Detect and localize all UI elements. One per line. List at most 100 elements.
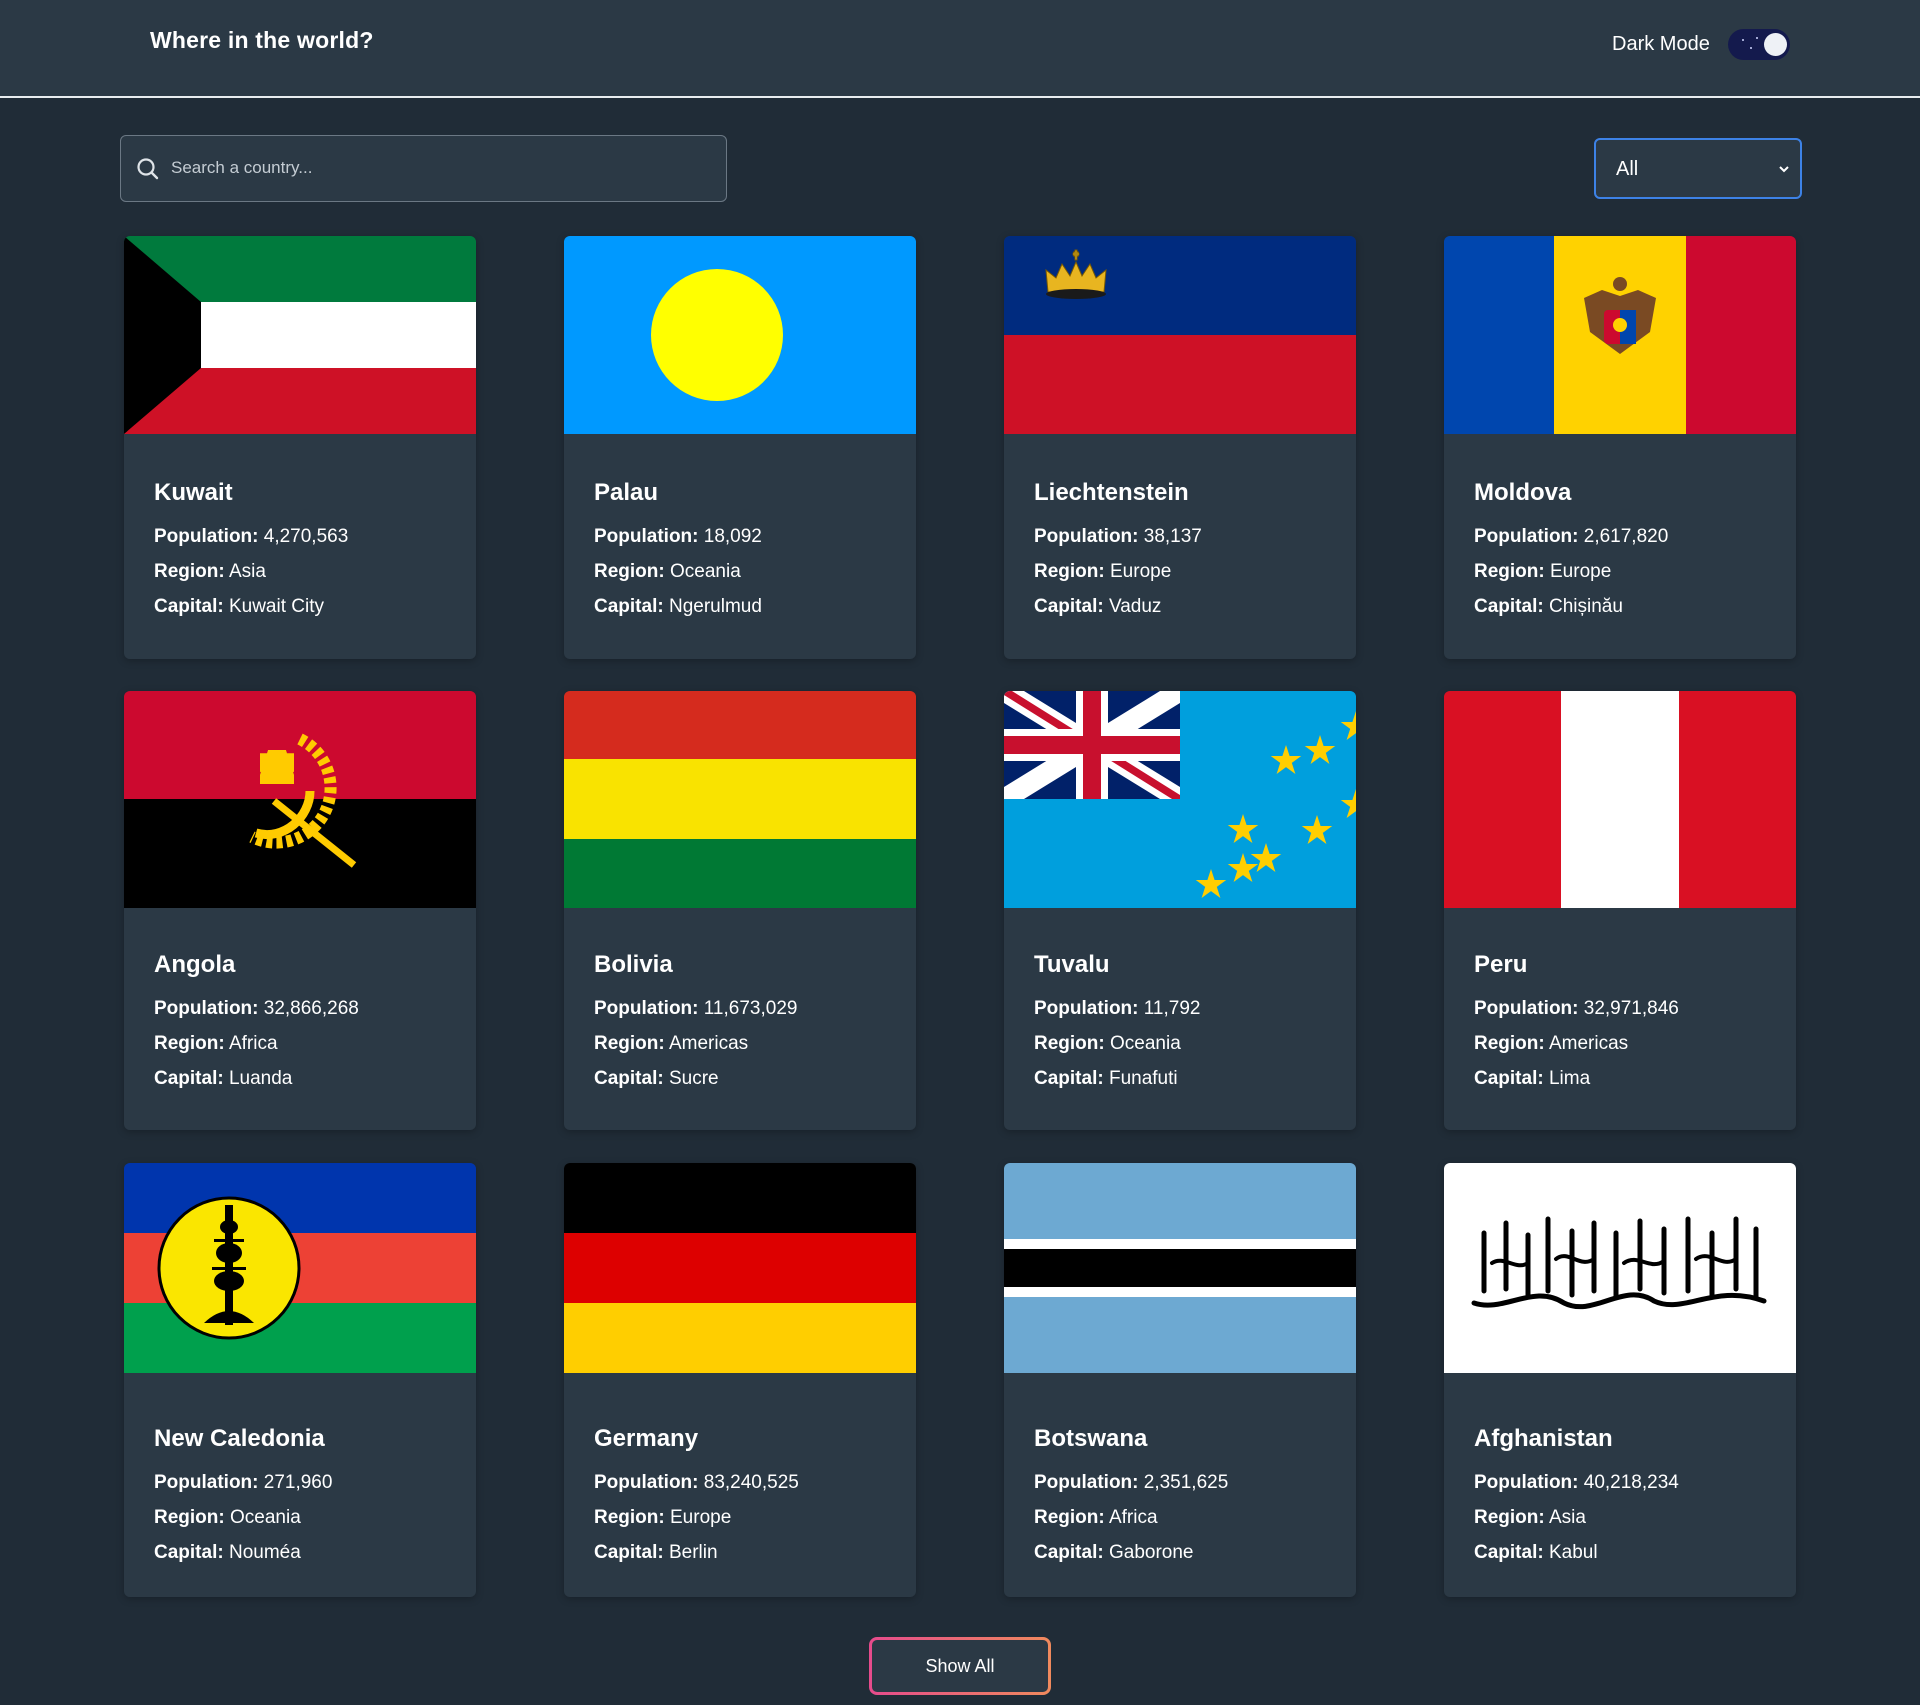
region-row: Region: Oceania — [594, 554, 886, 589]
region-row: Region: Asia — [154, 554, 446, 589]
capital-value: Kabul — [1548, 1542, 1598, 1563]
top-bar: Where in the world? Dark Mode — [0, 0, 1920, 98]
region-value: Africa — [1108, 1507, 1158, 1528]
kuwait-flag-image — [124, 236, 476, 434]
population-value: 40,218,234 — [1583, 1472, 1679, 1493]
region-row: Region: Oceania — [1034, 1026, 1326, 1061]
capital-row: Capital: Kuwait City — [154, 589, 446, 624]
population-value: 4,270,563 — [263, 526, 349, 547]
capital-label: Capital: — [594, 1542, 664, 1563]
capital-label: Capital: — [154, 1068, 224, 1089]
population-row: Population: 38,137 — [1034, 519, 1326, 554]
population-label: Population: — [594, 1472, 699, 1493]
capital-row: Capital: Chișinău — [1474, 589, 1766, 624]
country-card[interactable]: Moldova Population: 2,617,820 Region: Eu… — [1444, 236, 1796, 659]
region-value: Europe — [670, 1507, 732, 1528]
capital-row: Capital: Nouméa — [154, 1535, 446, 1570]
country-name: Botswana — [1034, 1425, 1148, 1452]
capital-label: Capital: — [154, 1542, 224, 1563]
country-card[interactable]: Afghanistan Population: 40,218,234 Regio… — [1444, 1163, 1796, 1597]
country-card[interactable]: Angola Population: 32,866,268 Region: Af… — [124, 691, 476, 1130]
botswana-flag-image — [1004, 1163, 1356, 1373]
toggle-star-icon — [1756, 37, 1758, 39]
country-card[interactable]: Tuvalu Population: 11,792 Region: Oceani… — [1004, 691, 1356, 1130]
capital-value: Gaborone — [1108, 1542, 1194, 1563]
search-box[interactable] — [120, 135, 727, 202]
region-value: Americas — [1548, 1033, 1629, 1054]
population-row: Population: 2,617,820 — [1474, 519, 1766, 554]
capital-value: Berlin — [668, 1542, 718, 1563]
toggle-knob — [1764, 33, 1787, 56]
country-card[interactable]: Kuwait Population: 4,270,563 Region: Asi… — [124, 236, 476, 659]
population-label: Population: — [154, 526, 259, 547]
capital-row: Capital: Gaborone — [1034, 1535, 1326, 1570]
country-name: Afghanistan — [1474, 1425, 1613, 1452]
region-row: Region: Europe — [1034, 554, 1326, 589]
capital-label: Capital: — [1034, 1542, 1104, 1563]
region-label: Region: — [594, 1033, 665, 1054]
region-value: Europe — [1550, 561, 1612, 582]
region-value: Oceania — [670, 561, 741, 582]
country-name: Tuvalu — [1034, 951, 1110, 978]
show-all-button[interactable]: Show All — [869, 1637, 1051, 1695]
capital-label: Capital: — [1474, 596, 1544, 617]
capital-label: Capital: — [1034, 596, 1104, 617]
country-card[interactable]: New Caledonia Population: 271,960 Region… — [124, 1163, 476, 1597]
country-card[interactable]: Palau Population: 18,092 Region: Oceania… — [564, 236, 916, 659]
population-value: 83,240,525 — [703, 1472, 799, 1493]
capital-row: Capital: Funafuti — [1034, 1061, 1326, 1096]
region-label: Region: — [594, 1507, 665, 1528]
population-value: 271,960 — [263, 1472, 333, 1493]
country-name: Angola — [154, 951, 236, 978]
region-value: Africa — [228, 1033, 278, 1054]
country-name: Germany — [594, 1425, 699, 1452]
capital-row: Capital: Vaduz — [1034, 589, 1326, 624]
region-value: Asia — [228, 561, 266, 582]
moldova-flag-image — [1444, 236, 1796, 434]
region-value: Oceania — [1110, 1033, 1181, 1054]
population-row: Population: 11,792 — [1034, 991, 1326, 1026]
population-label: Population: — [1474, 1472, 1579, 1493]
afghanistan-flag-image — [1444, 1163, 1796, 1373]
population-label: Population: — [1474, 526, 1579, 547]
region-filter-value: All — [1616, 158, 1639, 180]
population-value: 11,673,029 — [703, 998, 798, 1019]
capital-value: Luanda — [228, 1068, 293, 1089]
capital-label: Capital: — [1034, 1068, 1104, 1089]
region-row: Region: Oceania — [154, 1500, 446, 1535]
population-value: 38,137 — [1143, 526, 1202, 547]
search-input[interactable] — [171, 136, 711, 200]
population-row: Population: 40,218,234 — [1474, 1465, 1766, 1500]
country-card[interactable]: Bolivia Population: 11,673,029 Region: A… — [564, 691, 916, 1130]
palau-flag-image — [564, 236, 916, 434]
capital-row: Capital: Ngerulmud — [594, 589, 886, 624]
country-name: Liechtenstein — [1034, 479, 1189, 506]
region-row: Region: Europe — [594, 1500, 886, 1535]
population-label: Population: — [1034, 998, 1139, 1019]
population-label: Population: — [1474, 998, 1579, 1019]
population-value: 2,351,625 — [1143, 1472, 1229, 1493]
country-card[interactable]: Botswana Population: 2,351,625 Region: A… — [1004, 1163, 1356, 1597]
country-card[interactable]: Liechtenstein Population: 38,137 Region:… — [1004, 236, 1356, 659]
country-card[interactable]: Germany Population: 83,240,525 Region: E… — [564, 1163, 916, 1597]
population-label: Population: — [1034, 526, 1139, 547]
dark-mode-toggle[interactable] — [1728, 29, 1790, 60]
region-row: Region: Africa — [1034, 1500, 1326, 1535]
tuvalu-flag-image — [1004, 691, 1356, 908]
region-value: Asia — [1548, 1507, 1586, 1528]
population-row: Population: 18,092 — [594, 519, 886, 554]
population-label: Population: — [154, 998, 259, 1019]
population-row: Population: 83,240,525 — [594, 1465, 886, 1500]
country-card[interactable]: Peru Population: 32,971,846 Region: Amer… — [1444, 691, 1796, 1130]
country-name: Kuwait — [154, 479, 233, 506]
capital-row: Capital: Kabul — [1474, 1535, 1766, 1570]
region-row: Region: Americas — [1474, 1026, 1766, 1061]
region-value: Oceania — [230, 1507, 301, 1528]
germany-flag-image — [564, 1163, 916, 1373]
region-filter-select[interactable]: All — [1594, 138, 1802, 199]
population-value: 11,792 — [1143, 998, 1201, 1019]
population-row: Population: 32,866,268 — [154, 991, 446, 1026]
population-row: Population: 271,960 — [154, 1465, 446, 1500]
angola-flag-image — [124, 691, 476, 908]
capital-label: Capital: — [594, 596, 664, 617]
